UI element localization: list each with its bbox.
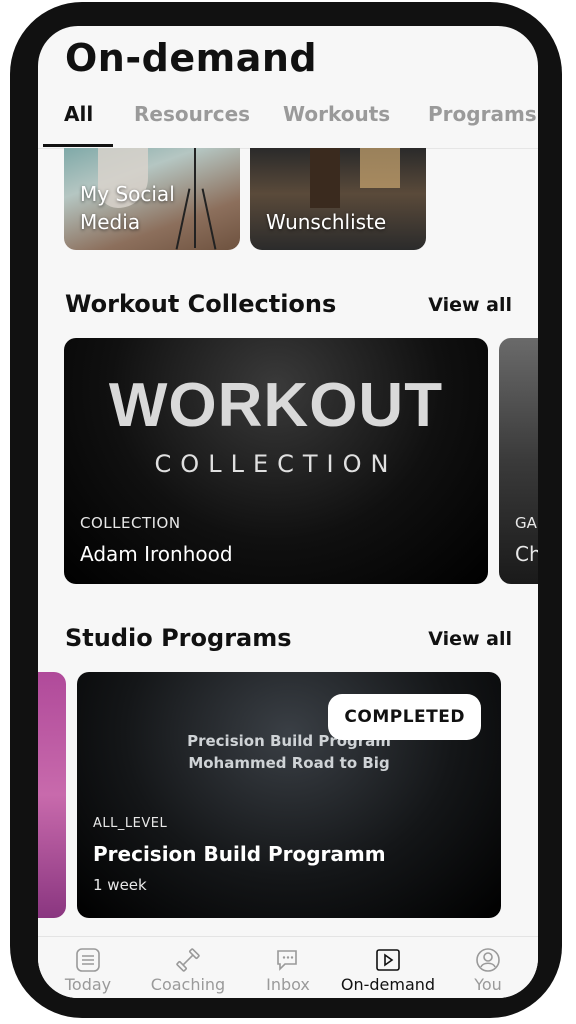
collection-card-kicker: GA [515,514,537,532]
resource-thumbnail-tripod-leg [201,188,217,250]
nav-you[interactable]: You [438,941,538,994]
program-duration: 1 week [93,876,147,894]
chat-icon [277,950,297,971]
program-art-line: Mohammed Road to Big [188,754,390,772]
tab-all[interactable]: All [64,102,93,126]
resource-thumbnail-figure [310,148,340,208]
nav-label: On-demand [340,975,436,994]
active-tab-indicator [43,144,113,147]
resource-thumbnail-tripod [194,148,196,248]
resource-card-my-social-media[interactable]: My Social Media [64,148,240,250]
collection-card-kicker: COLLECTION [80,514,181,532]
resource-card-label: My Social Media [80,182,175,234]
workout-collections-title: Workout Collections [65,290,337,318]
resource-card-wunschliste[interactable]: Wunschliste [250,148,426,250]
program-level: ALL_LEVEL [93,816,168,831]
tab-programs[interactable]: Programs [428,102,537,126]
tab-resources[interactable]: Resources [134,102,250,126]
nav-today[interactable]: Today [38,941,138,994]
page-title: On-demand [65,36,318,80]
resource-thumbnail-tripod-leg [175,188,191,250]
tab-bar: All Resources Workouts Programs [38,98,538,149]
program-card-precision-build[interactable]: Precision Build Program Mohammed Road to… [77,672,501,918]
program-name: Precision Build Programm [93,842,386,866]
dumbbell-icon [176,948,200,972]
bottom-nav: Today Coaching Inbox On-demand You [38,936,538,998]
studio-programs-view-all-button[interactable]: View all [428,628,512,650]
workout-collections-view-all-button[interactable]: View all [428,294,512,316]
collection-card-name: Ch [515,542,538,566]
collection-card-adam-ironhood[interactable]: WORKOUT COLLECTION COLLECTION Adam Ironh… [64,338,488,584]
play-icon [376,949,400,971]
nav-label: You [474,975,502,994]
resource-thumbnail-window [360,148,400,188]
nav-coaching[interactable]: Coaching [138,941,238,994]
nav-label: Inbox [266,975,310,994]
collection-card-next[interactable]: GA Ch [499,338,538,584]
list-icon [76,948,100,972]
nav-on-demand[interactable]: On-demand [338,941,438,994]
program-card-previous[interactable] [38,672,66,918]
studio-programs-title: Studio Programs [65,624,292,652]
collection-art-subtitle: COLLECTION [154,450,398,478]
user-icon [476,948,500,972]
nav-inbox[interactable]: Inbox [238,941,338,994]
nav-label: Coaching [150,975,226,994]
collection-card-name: Adam Ironhood [80,542,233,566]
tab-workouts[interactable]: Workouts [283,102,390,126]
app-screen: On-demand All Resources Workouts Program… [38,26,538,998]
completed-badge: COMPLETED [328,694,481,740]
nav-label: Today [64,975,112,994]
resource-card-label: Wunschliste [266,210,387,234]
collection-art-title: WORKOUT [108,371,444,440]
